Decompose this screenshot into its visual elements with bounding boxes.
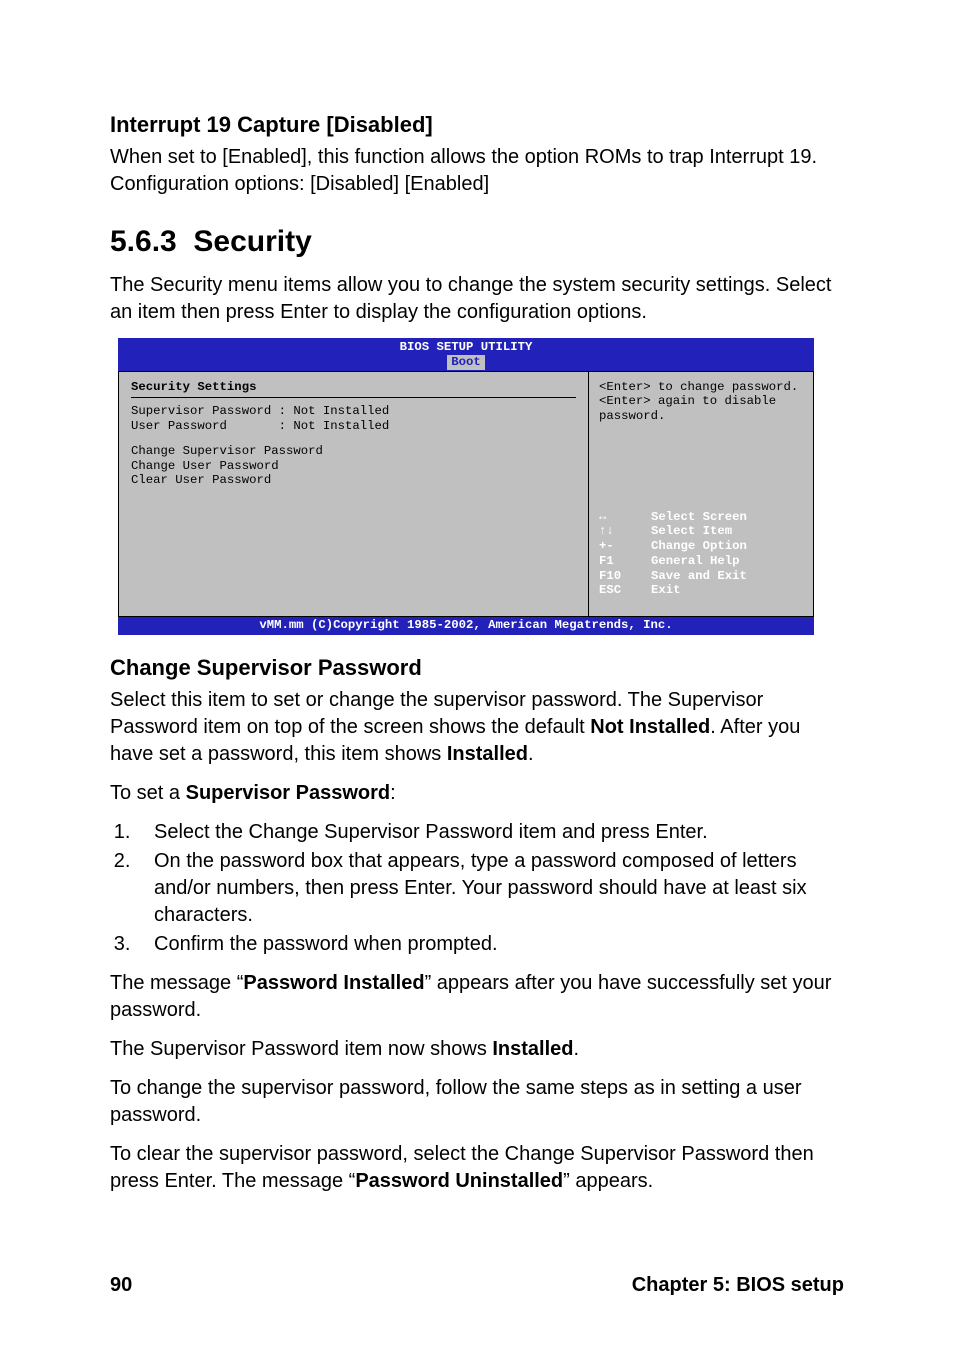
bios-screenshot: BIOS SETUP UTILITY Boot Security Setting…	[118, 338, 814, 635]
list-item: Select the Change Supervisor Password it…	[136, 819, 844, 846]
plus-minus-icon: +-	[599, 539, 651, 554]
csp-paragraph-2: To set a Supervisor Password:	[110, 780, 844, 807]
bios-left-heading: Security Settings	[131, 380, 576, 395]
text: To set a	[110, 782, 186, 804]
bios-nav-label: Select Screen	[651, 510, 747, 525]
text-bold: Password Installed	[243, 972, 424, 994]
steps-list: Select the Change Supervisor Password it…	[110, 819, 844, 958]
bios-nav-row: ESCExit	[599, 583, 803, 598]
bios-nav-row: ↑↓Select Item	[599, 524, 803, 539]
bios-nav-row: F1General Help	[599, 554, 803, 569]
bios-tab: Boot	[447, 355, 485, 370]
section-number: 5.6.3	[110, 225, 177, 258]
msg-paragraph-3: To change the supervisor password, follo…	[110, 1075, 844, 1129]
arrow-lr-icon: ↔	[599, 510, 651, 525]
bios-nav-label: General Help	[651, 554, 740, 569]
text-bold: Installed	[447, 743, 528, 765]
esc-key: ESC	[599, 583, 651, 598]
heading-interrupt: Interrupt 19 Capture [Disabled]	[110, 110, 844, 140]
f10-key: F10	[599, 569, 651, 584]
text-bold: Not Installed	[590, 716, 710, 738]
text-bold: Password Uninstalled	[355, 1170, 563, 1192]
text-bold: Supervisor Password	[186, 782, 391, 804]
text: .	[528, 743, 534, 765]
interrupt-text: When set to [Enabled], this function all…	[110, 144, 844, 198]
arrow-ud-icon: ↑↓	[599, 524, 651, 539]
bios-nav-label: Exit	[651, 583, 681, 598]
bios-nav-row: ↔Select Screen	[599, 510, 803, 525]
section-heading: 5.6.3 Security	[110, 222, 844, 263]
chapter-label: Chapter 5: BIOS setup	[632, 1272, 844, 1299]
bios-body: Security Settings Supervisor Password : …	[118, 371, 814, 618]
section-title: Security	[193, 225, 311, 258]
heading-csp: Change Supervisor Password	[110, 653, 844, 683]
bios-nav-label: Select Item	[651, 524, 732, 539]
csp-paragraph-1: Select this item to set or change the su…	[110, 687, 844, 768]
msg-paragraph-4: To clear the supervisor password, select…	[110, 1141, 844, 1195]
bios-supervisor-line: Supervisor Password : Not Installed	[131, 404, 576, 419]
bios-nav-label: Change Option	[651, 539, 747, 554]
bios-help: <Enter> to change password. <Enter> agai…	[599, 380, 803, 424]
bios-nav: ↔Select Screen ↑↓Select Item +-Change Op…	[599, 510, 803, 609]
bios-menu-item: Change Supervisor Password	[131, 444, 576, 459]
bios-nav-row: F10Save and Exit	[599, 569, 803, 584]
text: ” appears.	[563, 1170, 653, 1192]
bios-footer: vMM.mm (C)Copyright 1985-2002, American …	[118, 617, 814, 635]
bios-left-panel: Security Settings Supervisor Password : …	[118, 372, 589, 617]
bios-user-line: User Password : Not Installed	[131, 419, 576, 434]
text: :	[390, 782, 396, 804]
list-item: Confirm the password when prompted.	[136, 931, 844, 958]
msg-paragraph-1: The message “Password Installed” appears…	[110, 970, 844, 1024]
text: The message “	[110, 972, 243, 994]
text: The Supervisor Password item now shows	[110, 1038, 492, 1060]
bios-titlebar: BIOS SETUP UTILITY Boot	[118, 338, 814, 371]
bios-menu-item: Clear User Password	[131, 473, 576, 488]
bios-nav-row: +-Change Option	[599, 539, 803, 554]
f1-key: F1	[599, 554, 651, 569]
bios-help-2: <Enter> again to disable password.	[599, 394, 803, 424]
bios-right-panel: <Enter> to change password. <Enter> agai…	[589, 372, 814, 617]
bios-help-1: <Enter> to change password.	[599, 380, 803, 395]
text: .	[574, 1038, 580, 1060]
text-bold: Installed	[492, 1038, 573, 1060]
page-footer: 90 Chapter 5: BIOS setup	[110, 1272, 844, 1299]
page-number: 90	[110, 1272, 132, 1299]
bios-title: BIOS SETUP UTILITY	[118, 340, 814, 355]
msg-paragraph-2: The Supervisor Password item now shows I…	[110, 1036, 844, 1063]
bios-menu-item: Change User Password	[131, 459, 576, 474]
security-intro: The Security menu items allow you to cha…	[110, 272, 844, 326]
bios-nav-label: Save and Exit	[651, 569, 747, 584]
list-item: On the password box that appears, type a…	[136, 848, 844, 929]
